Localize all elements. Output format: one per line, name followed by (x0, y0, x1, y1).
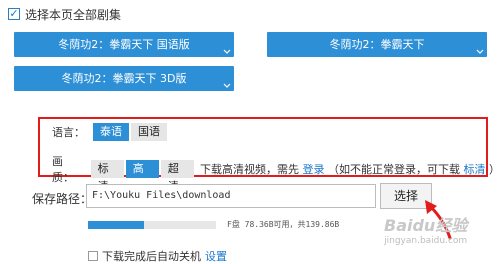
quality-hint-prefix: 下载高清视频，需先 (200, 163, 299, 176)
auto-shutdown-checkbox[interactable] (88, 251, 98, 261)
watermark-brand: Baidu经验 (384, 216, 468, 235)
select-all-checkbox[interactable]: ✓ (8, 8, 20, 20)
dropdown-corner-icon (223, 83, 231, 88)
language-option-thai[interactable]: 泰语 (93, 123, 129, 141)
login-link[interactable]: 登录 (303, 163, 325, 176)
language-label: 语言： (52, 126, 85, 139)
save-path-label: 保存路径： (32, 192, 93, 206)
disk-usage-fill (88, 221, 145, 229)
quality-row: 画质： 标清 高清 超清 下载高清视频，需先 登录 （如不能正常登录，可下载 标… (52, 153, 500, 193)
settings-link[interactable]: 设置 (205, 248, 227, 264)
quality-option-hd[interactable]: 高清 (125, 160, 159, 193)
download-sd-link[interactable]: 标清 (464, 163, 486, 176)
quality-hint-middle: （如不能正常登录，可下载 (328, 163, 460, 176)
dropdown-corner-icon (476, 49, 484, 54)
baidu-watermark: Baidu经验 jingyan.baidu.com (384, 212, 467, 246)
episode-button-3d[interactable]: 冬荫功2：拳霸天下 3D版 (14, 66, 234, 91)
episode-button-original[interactable]: 冬荫功2：拳霸天下 (267, 32, 487, 57)
language-row: 语言： 泰语 国语 (52, 123, 167, 141)
save-path-input[interactable]: F:\Youku Files\download (86, 184, 376, 208)
episode-button-mandarin[interactable]: 冬荫功2：拳霸天下 国语版 (14, 32, 234, 57)
quality-label: 画质： (52, 155, 74, 184)
disk-usage-bar (88, 221, 216, 229)
episode-label: 冬荫功2：拳霸天下 国语版 (58, 38, 190, 51)
quality-option-superhd[interactable]: 超清 (160, 160, 194, 193)
auto-shutdown-label: 下载完成后自动关机 (102, 250, 201, 263)
select-all-label: 选择本页全部剧集 (25, 7, 122, 22)
select-all-row[interactable]: ✓ 选择本页全部剧集 (8, 6, 121, 22)
language-option-mandarin[interactable]: 国语 (131, 123, 167, 141)
quality-hint-suffix: ） (489, 163, 500, 176)
disk-info: F盘 78.36B可用，共139.86B (227, 220, 340, 229)
watermark-url: jingyan.baidu.com (384, 236, 468, 246)
auto-shutdown-row[interactable]: 下载完成后自动关机 设置 (88, 248, 227, 264)
episode-label: 冬荫功2：拳霸天下 3D版 (61, 72, 187, 85)
episode-label: 冬荫功2：拳霸天下 (329, 38, 425, 51)
dropdown-corner-icon (223, 49, 231, 54)
quality-option-sd[interactable]: 标清 (90, 160, 124, 193)
